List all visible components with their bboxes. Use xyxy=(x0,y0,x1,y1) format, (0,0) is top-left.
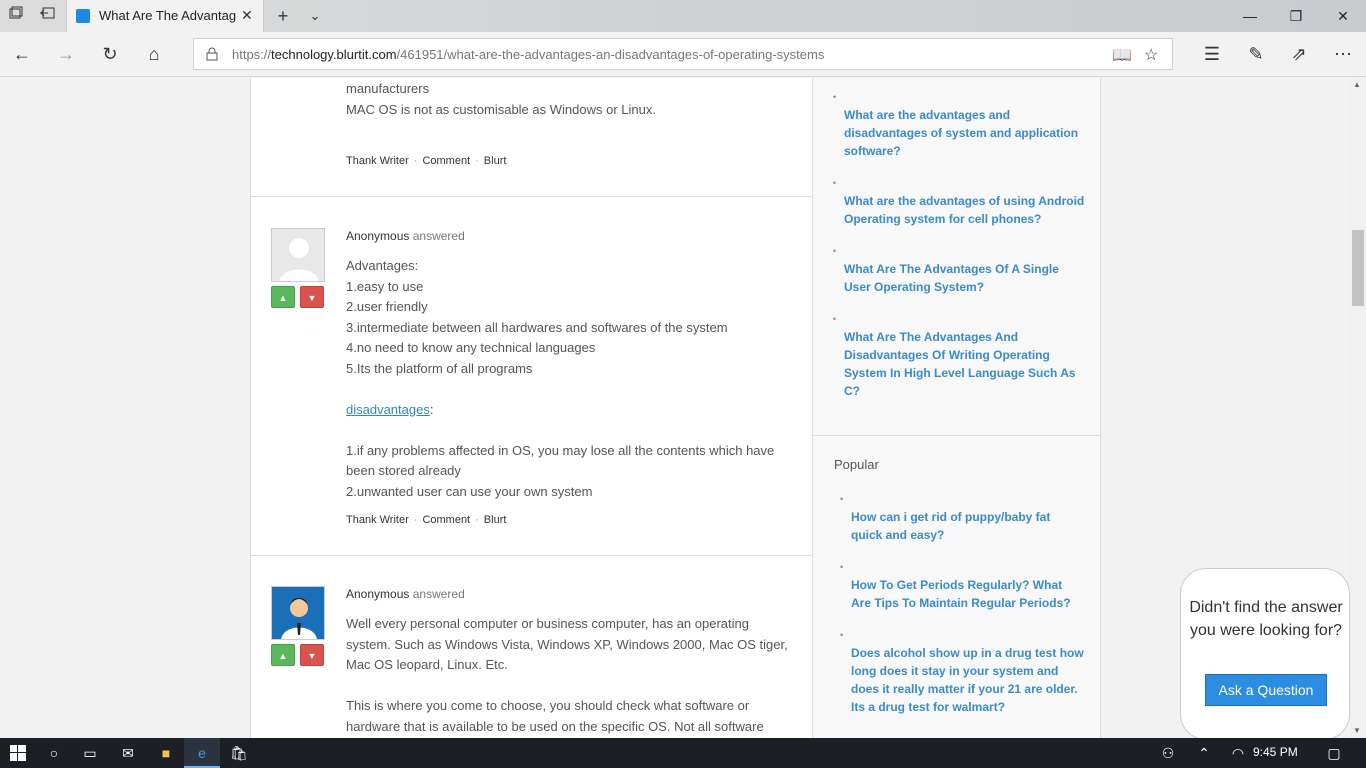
browser-navbar: ← → ↻ ⌂ https://technology.blurtit.com/4… xyxy=(0,32,1366,77)
sidebar: • What are the advantages and disadvanta… xyxy=(813,78,1101,738)
more-icon[interactable]: ⋯ xyxy=(1327,39,1359,69)
downvote-button[interactable]: ▼ xyxy=(300,286,324,308)
bullet: • xyxy=(833,314,837,324)
answer-actions: Thank Writer · Comment · Blurt xyxy=(346,514,507,526)
popular-question-link[interactable]: How can i get rid of puppy/baby fat quic… xyxy=(851,508,1066,544)
bullet: • xyxy=(840,562,844,572)
disadvantages-link[interactable]: disadvantages xyxy=(346,402,430,417)
answer-body: Advantages: 1.easy to use 2.user friendl… xyxy=(346,258,775,499)
file-explorer-icon[interactable]: ■ xyxy=(148,738,184,768)
people-icon[interactable]: ⚇ xyxy=(1150,738,1186,768)
answer-fragment: manufacturers MAC OS is not as customisa… xyxy=(346,81,656,117)
avatar[interactable] xyxy=(271,228,325,282)
site-favicon xyxy=(76,9,90,23)
popular-heading: Popular xyxy=(834,457,879,472)
chevron-down-icon[interactable]: ⌄ xyxy=(305,6,325,26)
pen-icon[interactable]: ✎ xyxy=(1240,39,1272,69)
browser-titlebar: What Are The Advantag ✕ + ⌄ — ❐ ✕ xyxy=(0,0,1366,32)
lock-icon xyxy=(206,47,218,61)
related-question-link[interactable]: What are the advantages of using Android… xyxy=(844,192,1094,228)
bullet: • xyxy=(840,494,844,504)
upvote-button[interactable]: ▲ xyxy=(271,286,295,308)
task-view-icon[interactable]: ▭ xyxy=(72,738,108,768)
restore-icon[interactable]: ❐ xyxy=(1273,0,1319,32)
new-tab-icon[interactable]: + xyxy=(273,6,293,26)
answer-actions: Thank Writer · Comment · Blurt xyxy=(346,155,507,167)
taskbar: ○ ▭ ✉ ■ e 🛍 ⚇ ⌃ ◠ 9:45 PM ▢ xyxy=(0,738,1366,768)
url-text: https://technology.blurtit.com/461951/wh… xyxy=(232,47,825,62)
answer-author: Anonymous answered xyxy=(346,587,465,601)
set-tabs-aside-icon[interactable] xyxy=(37,6,57,26)
bullet: • xyxy=(833,246,837,256)
page-content: manufacturers MAC OS is not as customisa… xyxy=(0,78,1350,738)
ask-prompt: Didn't find the answer you were looking … xyxy=(1189,599,1343,639)
home-icon[interactable]: ⌂ xyxy=(138,39,170,69)
divider xyxy=(813,435,1100,436)
divider xyxy=(251,555,812,556)
close-window-icon[interactable]: ✕ xyxy=(1320,0,1366,32)
star-icon[interactable]: ☆ xyxy=(1144,45,1158,65)
scroll-down-icon[interactable]: ▼ xyxy=(1353,726,1361,735)
bullet: • xyxy=(840,630,844,640)
windows-start-icon[interactable] xyxy=(0,738,36,768)
blurt-link[interactable]: Blurt xyxy=(484,514,507,526)
downvote-button[interactable]: ▼ xyxy=(300,644,324,666)
forward-icon[interactable]: → xyxy=(50,39,82,69)
share-icon[interactable]: ⇗ xyxy=(1283,39,1315,69)
bullet: • xyxy=(833,178,837,188)
scrollbar-thumb[interactable] xyxy=(1352,230,1364,306)
upvote-button[interactable]: ▲ xyxy=(271,644,295,666)
related-question-link[interactable]: What Are The Advantages And Disadvantage… xyxy=(844,328,1079,400)
thank-writer-link[interactable]: Thank Writer xyxy=(346,155,409,167)
blurt-link[interactable]: Blurt xyxy=(484,155,507,167)
back-icon[interactable]: ← xyxy=(6,39,38,69)
tab-manager-icon[interactable] xyxy=(6,6,26,26)
answer-author: Anonymous answered xyxy=(346,229,465,243)
answers-column: manufacturers MAC OS is not as customisa… xyxy=(250,78,813,738)
page-scrollbar[interactable]: ▲ ▼ xyxy=(1350,78,1366,738)
close-tab-icon[interactable]: ✕ xyxy=(241,7,253,24)
related-question-link[interactable]: What are the advantages and disadvantage… xyxy=(844,106,1089,160)
active-tab[interactable]: What Are The Advantag ✕ xyxy=(66,0,264,32)
refresh-icon[interactable]: ↻ xyxy=(94,39,126,69)
clock[interactable]: 9:45 PM xyxy=(1253,745,1298,759)
divider xyxy=(251,196,812,197)
comment-link[interactable]: Comment xyxy=(422,514,470,526)
comment-link[interactable]: Comment xyxy=(422,155,470,167)
address-bar[interactable]: https://technology.blurtit.com/461951/wh… xyxy=(193,38,1173,70)
wifi-icon[interactable]: ◠ xyxy=(1220,738,1256,768)
search-icon[interactable]: ○ xyxy=(36,738,72,768)
scroll-up-icon[interactable]: ▲ xyxy=(1353,80,1361,89)
related-question-link[interactable]: What Are The Advantages Of A Single User… xyxy=(844,260,1074,296)
answer-body: Well every personal computer or business… xyxy=(346,616,788,734)
avatar[interactable] xyxy=(271,586,325,640)
ask-question-widget: Didn't find the answer you were looking … xyxy=(1180,568,1350,740)
minimize-icon[interactable]: — xyxy=(1227,0,1273,32)
favorites-icon[interactable]: ☰ xyxy=(1196,39,1228,69)
mail-icon[interactable]: ✉ xyxy=(110,738,146,768)
chevron-up-icon[interactable]: ⌃ xyxy=(1186,738,1222,768)
notifications-icon[interactable]: ▢ xyxy=(1316,738,1352,768)
thank-writer-link[interactable]: Thank Writer xyxy=(346,514,409,526)
popular-question-link[interactable]: Does alcohol show up in a drug test how … xyxy=(851,644,1086,716)
edge-browser-icon[interactable]: e xyxy=(184,738,220,768)
tab-title: What Are The Advantag xyxy=(99,8,237,23)
ask-question-button[interactable]: Ask a Question xyxy=(1205,674,1327,706)
reading-view-icon[interactable]: 📖 xyxy=(1112,45,1132,65)
popular-question-link[interactable]: How To Get Periods Regularly? What Are T… xyxy=(851,576,1076,612)
store-icon[interactable]: 🛍 xyxy=(221,738,257,768)
bullet: • xyxy=(833,92,837,102)
